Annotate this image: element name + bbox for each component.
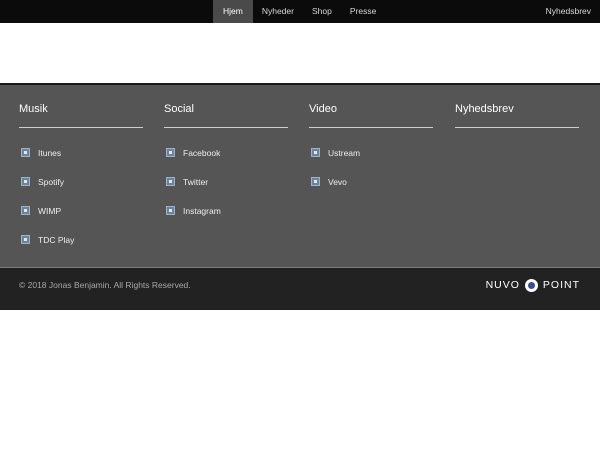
link-icon [166,177,175,186]
footer-link-label: Twitter [183,176,209,187]
nav-item-hjem[interactable]: Hjem [213,0,253,23]
logo-text-left: NUVO [485,279,520,291]
footer-link-wimp[interactable]: WIMP [19,196,143,225]
footer-column-social: Social Facebook Twitter Instagram [164,102,288,225]
divider [19,127,143,128]
footer-link-label: Ustream [328,147,361,158]
divider [455,127,579,128]
footer-bottom-bar: © 2018 Jonas Benjamin. All Rights Reserv… [0,267,600,310]
nav-item-presse[interactable]: Presse [341,0,385,23]
footer-column-title: Social [164,103,194,115]
nav-item-nyheder[interactable]: Nyheder [253,0,303,23]
footer-link-spotify[interactable]: Spotify [19,167,143,196]
copyright-text: © 2018 Jonas Benjamin. All Rights Reserv… [19,280,191,290]
footer-column-title: Nyhedsbrev [455,103,514,115]
link-icon [166,206,175,215]
footer-link-instagram[interactable]: Instagram [164,196,288,225]
footer-column-title: Musik [19,103,48,115]
footer-link-label: TDC Play [38,234,75,245]
logo-text-right: POINT [542,279,580,291]
footer-column-musik: Musik Itunes Spotify WIMP TDC Play [19,102,143,254]
link-icon [311,148,320,157]
link-icon [21,177,30,186]
footer-link-tdc-play[interactable]: TDC Play [19,225,143,254]
footer-link-itunes[interactable]: Itunes [19,138,143,167]
footer-links-section: Musik Itunes Spotify WIMP TDC Play Socia… [0,83,600,267]
footer-link-vevo[interactable]: Vevo [309,167,433,196]
link-icon [21,235,30,244]
footer-link-label: Instagram [183,205,221,216]
link-icon [311,177,320,186]
link-icon [21,206,30,215]
divider [164,127,288,128]
nuvo-point-logo[interactable]: NUVO POINT [486,277,580,293]
link-icon [21,148,30,157]
footer-column-nyhedsbrev: Nyhedsbrev [455,102,579,138]
nav-item-nyhedsbrev[interactable]: Nyhedsbrev [546,0,591,23]
footer-link-ustream[interactable]: Ustream [309,138,433,167]
divider [309,127,433,128]
top-navigation-bar: Hjem Nyheder Shop Presse Nyhedsbrev [0,0,600,23]
link-icon [166,148,175,157]
main-nav: Hjem Nyheder Shop Presse [213,0,385,23]
footer-link-label: WIMP [38,205,62,216]
footer-link-facebook[interactable]: Facebook [164,138,288,167]
footer-link-label: Spotify [38,176,64,187]
nav-item-shop[interactable]: Shop [303,0,341,23]
footer-link-label: Facebook [183,147,221,158]
footer-column-title: Video [309,103,337,115]
footer-link-label: Vevo [328,176,347,187]
footer-link-twitter[interactable]: Twitter [164,167,288,196]
footer-link-label: Itunes [38,147,62,158]
logo-mark-icon [524,278,538,292]
footer-column-video: Video Ustream Vevo [309,102,433,196]
